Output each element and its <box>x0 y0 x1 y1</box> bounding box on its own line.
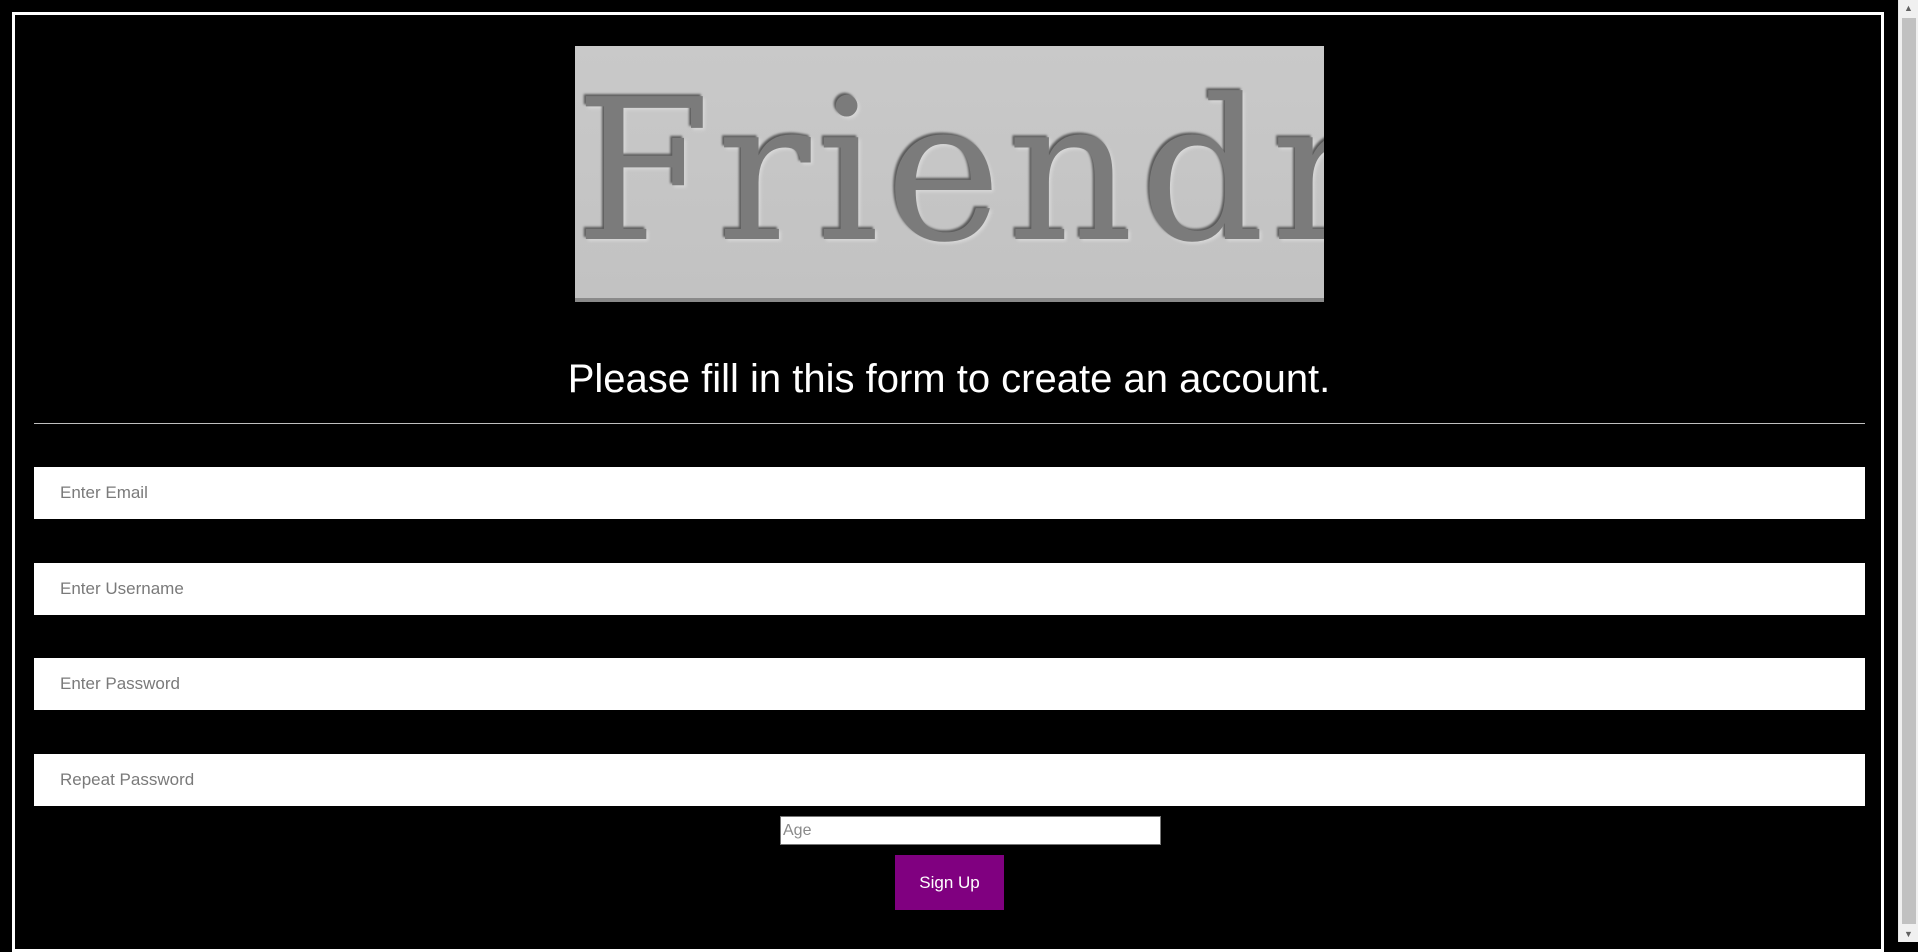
scroll-up-icon[interactable]: ▲ <box>1899 0 1918 16</box>
sign-up-button[interactable]: Sign Up <box>895 855 1004 910</box>
password-field[interactable] <box>34 658 1865 710</box>
email-field[interactable] <box>34 467 1865 519</box>
page: Friendr Please fill in this form to crea… <box>0 0 1898 952</box>
friendr-logo: Friendr <box>575 46 1324 302</box>
form-heading: Please fill in this form to create an ac… <box>567 357 1331 401</box>
vertical-scrollbar[interactable]: ▲ ▼ <box>1898 0 1918 942</box>
scroll-thumb[interactable] <box>1902 18 1916 924</box>
logo-text: Friendr <box>575 58 1324 286</box>
age-field[interactable] <box>780 816 1161 845</box>
divider <box>34 423 1865 424</box>
repeat-password-field[interactable] <box>34 754 1865 806</box>
username-field[interactable] <box>34 563 1865 615</box>
scroll-down-icon[interactable]: ▼ <box>1899 926 1918 942</box>
